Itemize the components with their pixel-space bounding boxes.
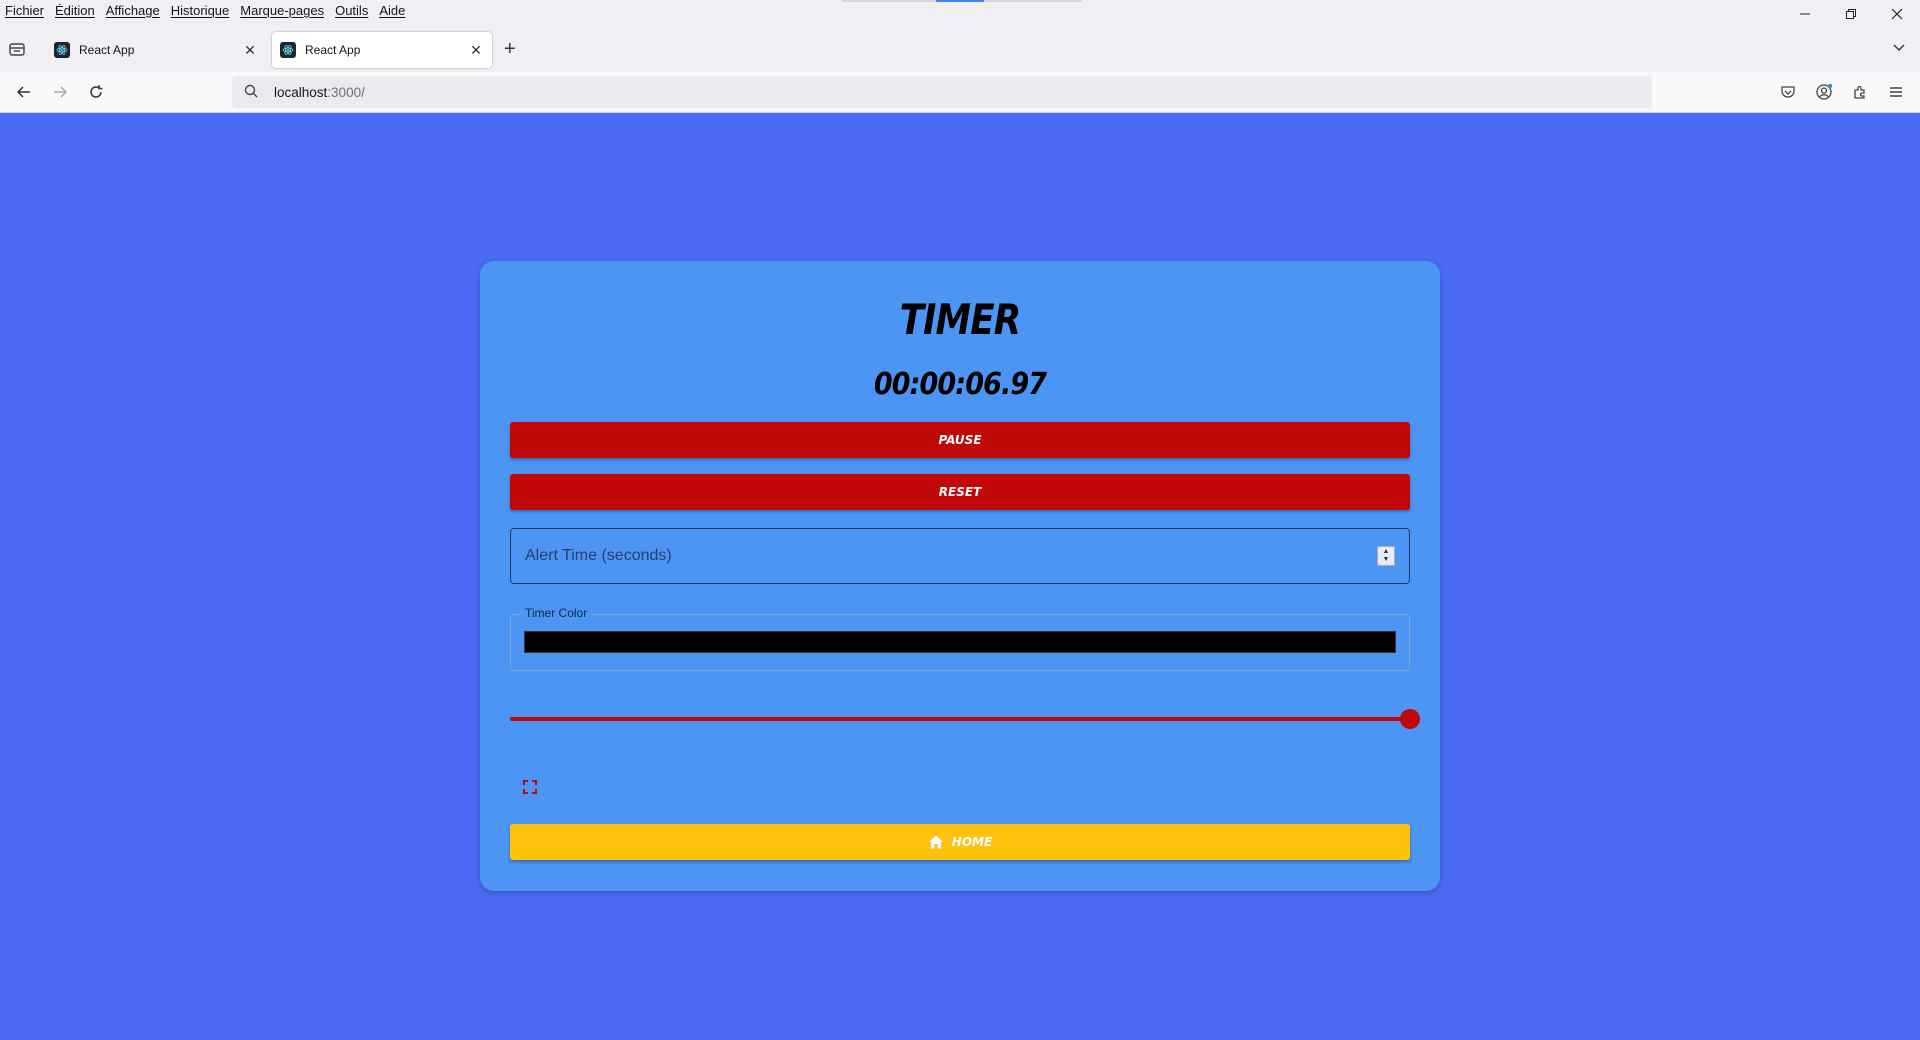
home-icon xyxy=(928,834,944,850)
timer-display: 00:00:06.97 xyxy=(873,367,1047,402)
stepper-down-icon[interactable]: ▼ xyxy=(1383,556,1390,564)
timer-color-field: Timer Color xyxy=(510,606,1410,671)
browser-chrome: Fichier Édition Affichage Historique Mar… xyxy=(0,0,1920,113)
timer-card: TIMER 00:00:06.97 PAUSE RESET ▲ ▼ Timer … xyxy=(480,261,1440,891)
stepper-up-icon[interactable]: ▲ xyxy=(1383,548,1390,556)
back-icon[interactable] xyxy=(14,82,34,102)
address-bar[interactable]: localhost:3000/ xyxy=(232,76,1652,108)
react-icon xyxy=(54,42,70,58)
react-icon xyxy=(280,42,296,58)
alert-time-input[interactable] xyxy=(525,547,1377,565)
timer-color-picker[interactable] xyxy=(524,631,1396,653)
slider-thumb[interactable] xyxy=(1400,709,1420,729)
tab-title: React App xyxy=(305,43,361,57)
new-tab-icon[interactable]: + xyxy=(504,38,516,61)
number-stepper[interactable]: ▲ ▼ xyxy=(1377,546,1395,566)
fullscreen-icon[interactable] xyxy=(522,779,538,795)
menu-icon[interactable] xyxy=(1886,82,1906,102)
menu-bar: Fichier Édition Affichage Historique Mar… xyxy=(0,0,1920,20)
reset-button[interactable]: RESET xyxy=(510,474,1410,510)
tab-title: React App xyxy=(79,43,135,57)
tab-react-app-2[interactable]: React App ✕ xyxy=(272,32,492,68)
pause-button[interactable]: PAUSE xyxy=(510,422,1410,458)
menu-aide[interactable]: Aide xyxy=(379,3,405,18)
window-controls xyxy=(1782,0,1920,28)
timer-slider[interactable] xyxy=(510,707,1420,731)
tab-close-icon[interactable]: ✕ xyxy=(468,42,484,59)
search-icon xyxy=(244,84,258,101)
restore-button[interactable] xyxy=(1828,0,1874,28)
nav-bar: localhost:3000/ xyxy=(0,72,1920,112)
home-button[interactable]: HOME xyxy=(510,824,1410,860)
tab-react-app-1[interactable]: React App ✕ xyxy=(46,32,266,68)
menu-edition[interactable]: Édition xyxy=(55,3,95,18)
url-path: :3000/ xyxy=(327,84,365,100)
reload-icon[interactable] xyxy=(86,82,106,102)
timer-color-label: Timer Color xyxy=(521,606,592,620)
minimize-button[interactable] xyxy=(1782,0,1828,28)
pocket-icon[interactable] xyxy=(1778,82,1798,102)
tab-list-icon[interactable] xyxy=(8,40,30,60)
extensions-icon[interactable] xyxy=(1850,82,1870,102)
account-icon[interactable] xyxy=(1814,82,1834,102)
menu-affichage[interactable]: Affichage xyxy=(106,3,160,18)
menu-outils[interactable]: Outils xyxy=(335,3,368,18)
title-drag-indicator xyxy=(842,0,1082,2)
slider-fill xyxy=(510,717,1410,721)
menu-fichier[interactable]: Fichier xyxy=(5,3,44,18)
menu-historique[interactable]: Historique xyxy=(171,3,230,18)
menu-marque-pages[interactable]: Marque-pages xyxy=(240,3,324,18)
tab-strip: React App ✕ React App ✕ + xyxy=(0,30,1920,70)
home-label: HOME xyxy=(951,835,993,849)
chevron-down-icon[interactable] xyxy=(1892,40,1906,57)
url-host: localhost xyxy=(274,84,328,100)
close-window-button[interactable] xyxy=(1874,0,1920,28)
page-title: TIMER xyxy=(899,295,1022,344)
forward-icon[interactable] xyxy=(50,82,70,102)
tab-close-icon[interactable]: ✕ xyxy=(242,42,258,59)
alert-time-field: ▲ ▼ xyxy=(510,528,1410,584)
